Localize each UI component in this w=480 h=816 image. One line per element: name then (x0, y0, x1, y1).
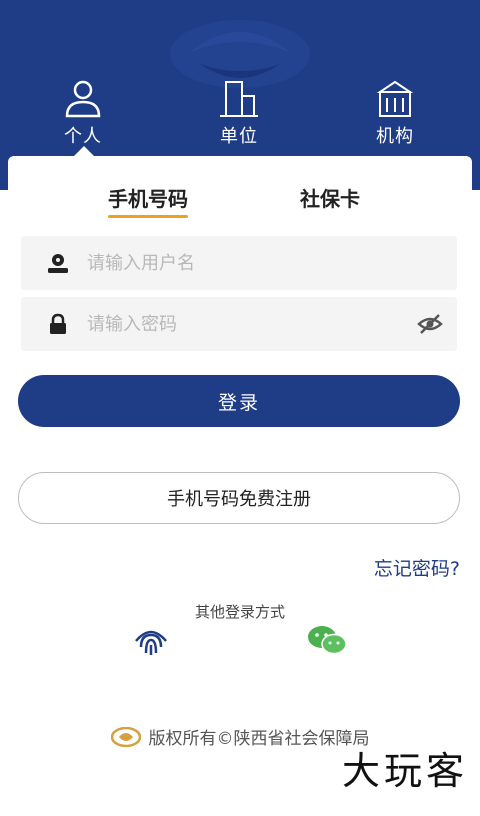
building-icon (220, 81, 258, 117)
watermark: 大玩客 (341, 749, 468, 793)
lock-icon (45, 311, 71, 337)
fingerprint-icon[interactable] (133, 625, 169, 657)
person-icon (65, 80, 101, 118)
tab-personal[interactable]: 个人 (28, 78, 138, 148)
forgot-password-link[interactable]: 忘记密码? (374, 554, 460, 581)
register-button[interactable]: 手机号码免费注册 (18, 472, 460, 524)
user-icon (45, 250, 71, 276)
password-field[interactable] (21, 297, 457, 351)
wechat-icon[interactable] (306, 625, 348, 655)
tab-phone-login[interactable]: 手机号码 (108, 183, 188, 218)
copyright-text: 版权所有©陕西省社会保障局 (148, 729, 370, 749)
username-input[interactable] (85, 251, 389, 275)
other-login-title: 其他登录方式 (194, 603, 285, 621)
username-field[interactable] (21, 236, 457, 290)
tab-unit-label: 单位 (220, 126, 258, 147)
tab-personal-label: 个人 (64, 126, 102, 147)
tab-institution[interactable]: 机构 (340, 78, 450, 148)
password-input[interactable] (85, 312, 389, 336)
eye-hidden-icon[interactable] (417, 312, 443, 336)
tab-institution-label: 机构 (376, 126, 414, 147)
tab-ss-card-login[interactable]: 社保卡 (300, 183, 360, 212)
institution-icon (376, 80, 414, 117)
tab-unit[interactable]: 单位 (184, 78, 294, 148)
login-button[interactable]: 登录 (18, 375, 460, 427)
active-tab-pointer (73, 146, 95, 157)
social-security-logo-icon (110, 726, 141, 747)
